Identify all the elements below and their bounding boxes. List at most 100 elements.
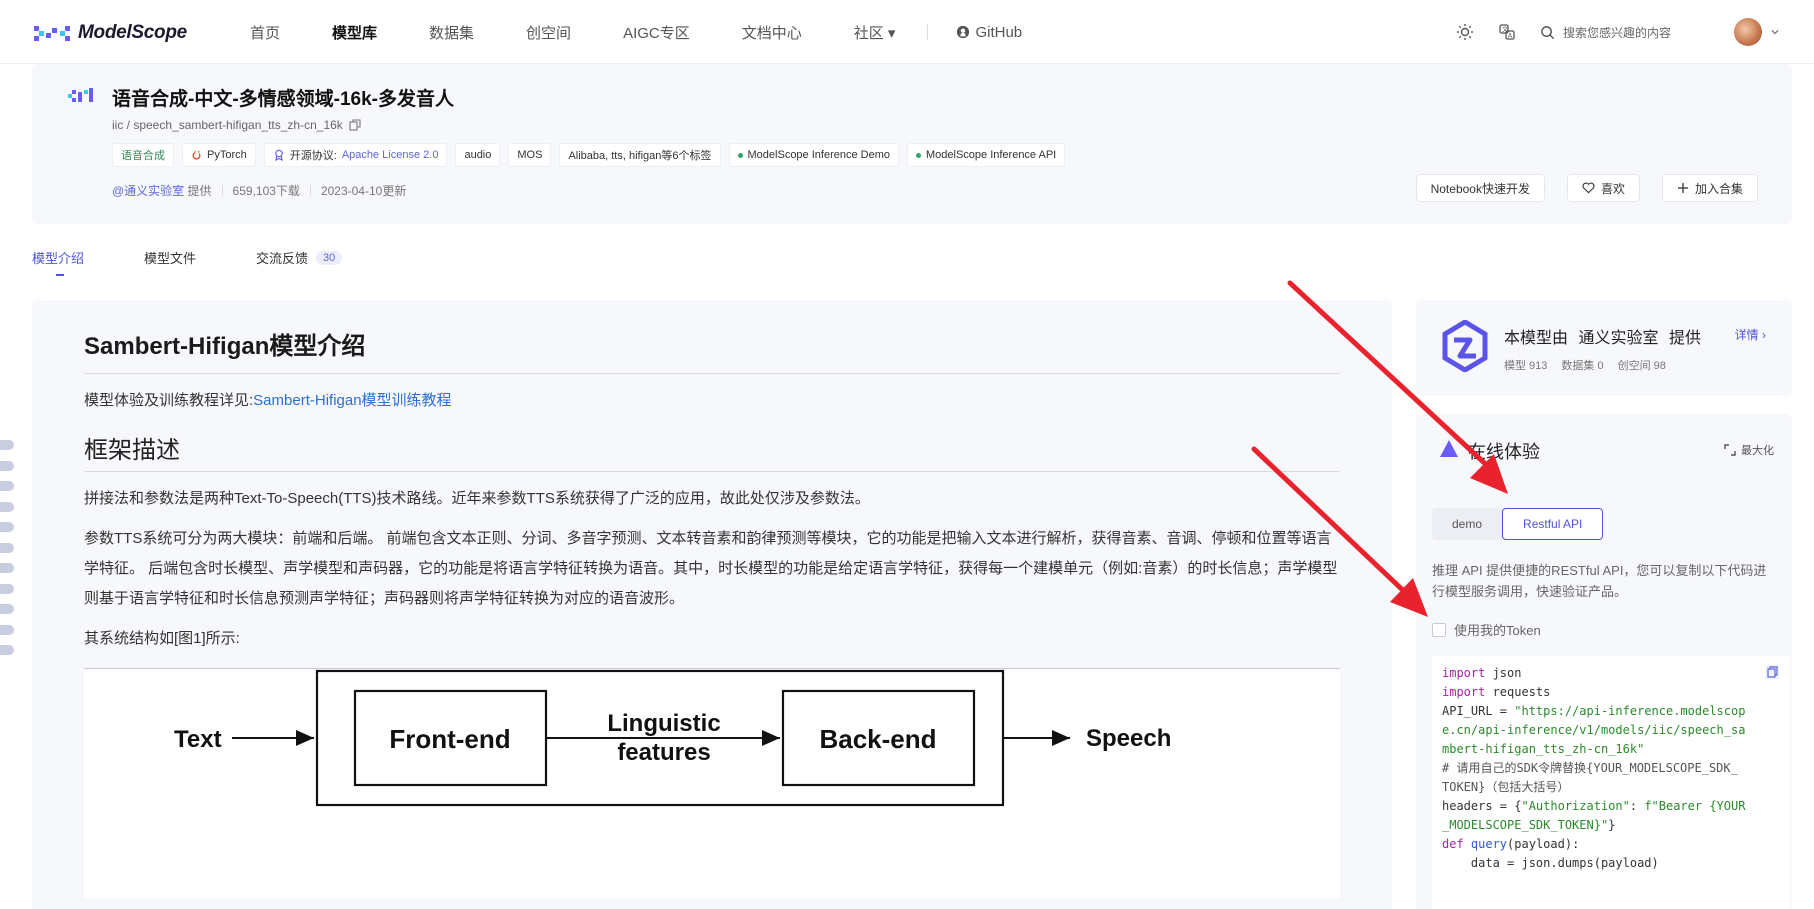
nav-github-label: GitHub — [975, 23, 1023, 41]
diagram-backend-label: Back-end — [819, 724, 936, 754]
tag-framework[interactable]: PyTorch — [182, 143, 256, 167]
tab-intro[interactable]: 模型介绍 — [32, 248, 84, 276]
code-line: _MODELSCOPE_SDK_TOKEN}"} — [1442, 818, 1616, 832]
intro-prefix: 模型体验及训练教程详见: — [84, 392, 254, 409]
modelscope-logo[interactable]: ModelScope — [34, 20, 187, 46]
diagram-frontend-label: Front-end — [389, 724, 510, 754]
maximize-label: 最大化 — [1741, 445, 1774, 457]
nav-docs[interactable]: 文档中心 — [742, 22, 802, 43]
nav-home[interactable]: 首页 — [250, 22, 280, 43]
maximize-icon — [1724, 444, 1736, 456]
tag-license-value[interactable]: Apache License 2.0 — [342, 149, 439, 161]
tag-mos[interactable]: MOS — [508, 143, 552, 167]
search-input[interactable]: 搜索您感兴趣的内容 — [1540, 24, 1710, 41]
like-button[interactable]: 喜欢 — [1566, 174, 1640, 202]
model-meta: @通义实验室 提供 659,103下载 2023-04-10更新 — [112, 182, 406, 199]
outline-marker[interactable] — [0, 481, 14, 491]
diagram-text-label: Text — [174, 726, 222, 753]
nav-models[interactable]: 模型库 — [332, 22, 377, 43]
update-date: 2023-04-10更新 — [320, 184, 407, 198]
tag-task[interactable]: 语音合成 — [112, 143, 174, 167]
nav-aigc[interactable]: AIGC专区 — [623, 22, 690, 43]
tag-inference-api[interactable]: ModelScope Inference API — [906, 143, 1066, 167]
model-header-card: 语音合成-中文-多情感领域-16k-多发音人 iic / speech_samb… — [32, 64, 1792, 224]
nav-datasets[interactable]: 数据集 — [429, 22, 474, 43]
theme-sun-icon[interactable] — [1456, 23, 1474, 41]
provider-stats: 模型 913 数据集 0 创空间 98 — [1504, 357, 1666, 373]
outline-marker[interactable] — [0, 583, 14, 594]
tutorial-link[interactable]: Sambert-Hifigan模型训练教程 — [253, 392, 451, 409]
status-dot-icon — [737, 152, 743, 158]
language-switch-icon[interactable]: 文A — [1498, 23, 1516, 41]
maximize-button[interactable]: 最大化 — [1724, 442, 1774, 458]
experience-icon — [1440, 440, 1458, 457]
section-heading: 框架描述 — [84, 430, 1340, 472]
api-description: 推理 API 提供便捷的RESTful API，您可以复制以下代码进行模型服务调… — [1432, 563, 1767, 599]
code-line: # 请用自己的SDK令牌替换{YOUR_MODELSCOPE_SDK_ — [1442, 761, 1738, 775]
provider-detail-link[interactable]: 详情 › — [1735, 326, 1766, 343]
tag-inference-demo-label: ModelScope Inference Demo — [747, 149, 890, 161]
tag-more[interactable]: Alibaba, tts, hifigan等6个标签 — [559, 143, 721, 167]
tab-restful-api[interactable]: Restful API — [1502, 508, 1604, 540]
modelscope-logo-icon — [34, 26, 70, 41]
code-snippet: import json import requests API_URL = "h… — [1432, 656, 1790, 909]
outline-marker[interactable] — [0, 460, 14, 471]
code-line: data = json.dumps(payload) — [1442, 856, 1659, 870]
outline-marker[interactable] — [0, 645, 14, 655]
use-token-checkbox[interactable] — [1432, 622, 1446, 637]
code-line: e.cn/api-inference/v1/models/iic/speech_… — [1442, 723, 1746, 737]
outline-marker[interactable] — [0, 604, 14, 614]
paragraph: 拼接法和参数法是两种Text-To-Speech(TTS)技术路线。近年来参数T… — [84, 490, 870, 507]
provider-link[interactable]: @通义实验室 — [112, 184, 184, 198]
tab-feedback[interactable]: 交流反馈 30 — [256, 248, 343, 267]
tab-files[interactable]: 模型文件 — [144, 248, 196, 267]
github-icon — [957, 25, 970, 39]
copy-icon[interactable] — [349, 119, 361, 131]
outline-marker[interactable] — [0, 563, 14, 573]
add-collection-button[interactable]: 加入合集 — [1661, 174, 1758, 202]
search-placeholder: 搜索您感兴趣的内容 — [1563, 25, 1672, 40]
nav-github[interactable]: GitHub — [956, 24, 1022, 41]
outline-marker[interactable] — [0, 542, 14, 553]
tag-license[interactable]: 开源协议: Apache License 2.0 — [263, 143, 448, 167]
online-experience-panel: 在线体验 最大化 demo Restful API 推理 API 提供便捷的RE… — [1416, 414, 1792, 909]
left-edge-outline-markers — [0, 440, 14, 666]
user-menu[interactable] — [1734, 18, 1780, 46]
outline-marker[interactable] — [0, 624, 14, 635]
code-line: API_URL = "https://api-inference.modelsc… — [1442, 704, 1746, 718]
nav-right: 文A 搜索您感兴趣的内容 — [1456, 0, 1780, 64]
provider-spaces-count: 创空间 98 — [1617, 360, 1666, 372]
nav-spaces[interactable]: 创空间 — [526, 22, 571, 43]
top-navbar: ModelScope 首页 模型库 数据集 创空间 AIGC专区 文档中心 社区… — [0, 0, 1814, 64]
tag-inference-demo[interactable]: ModelScope Inference Demo — [728, 143, 899, 167]
use-token-option[interactable]: 使用我的Token — [1432, 620, 1541, 639]
diagram-speech-label: Speech — [1086, 725, 1171, 752]
tag-framework-label: PyTorch — [207, 149, 247, 161]
nav-community[interactable]: 社区 ▾ — [854, 22, 896, 43]
notebook-button[interactable]: Notebook快速开发 — [1415, 174, 1545, 202]
outline-marker[interactable] — [0, 522, 14, 532]
header-actions: Notebook快速开发 喜欢 加入合集 — [1415, 174, 1758, 202]
tag-audio[interactable]: audio — [455, 143, 501, 167]
copy-code-icon[interactable] — [1764, 664, 1780, 680]
model-brand-icon — [68, 88, 93, 102]
outline-marker[interactable] — [0, 501, 14, 512]
license-badge-icon — [274, 149, 283, 161]
provider-card: 本模型由 通义实验室 提供 详情 › 模型 913 数据集 0 创空间 98 — [1416, 300, 1792, 396]
readme-title: Sambert-Hifigan模型介绍 — [84, 326, 1340, 374]
meta-divider — [221, 185, 223, 196]
model-tags: 语音合成 PyTorch 开源协议: Apache License 2.0 au… — [112, 143, 1066, 167]
provider-models-count: 模型 913 — [1504, 360, 1548, 372]
model-title: 语音合成-中文-多情感领域-16k-多发音人 — [112, 89, 455, 110]
tongyi-logo-icon — [1442, 320, 1488, 372]
code-line: import json — [1442, 666, 1522, 680]
tab-demo[interactable]: demo — [1432, 508, 1503, 540]
logo-text: ModelScope — [78, 22, 187, 43]
provider-suffix: 提供 — [1668, 330, 1701, 347]
provider-name[interactable]: 通义实验室 — [1578, 330, 1658, 347]
heart-icon — [1582, 182, 1595, 194]
search-icon — [1541, 25, 1555, 39]
model-readme: Sambert-Hifigan模型介绍 模型体验及训练教程详见:Sambert-… — [32, 300, 1392, 909]
avatar[interactable] — [1734, 18, 1762, 46]
outline-marker[interactable] — [0, 440, 14, 450]
